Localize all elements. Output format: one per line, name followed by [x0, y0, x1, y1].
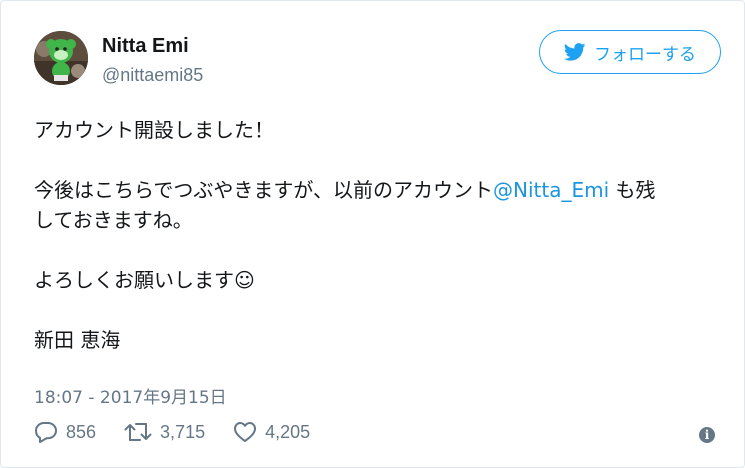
tweet-text: アカウント開設しました！ 今後はこちらでつぶやきますが、以前のアカウント@Nit… [34, 115, 724, 355]
tweet-card: Nitta Emi @nittaemi85 フォローする アカウント開設しました… [0, 0, 745, 468]
reply-count: 856 [66, 421, 97, 442]
reply-button[interactable]: 856 [34, 421, 96, 443]
tweet-timestamp[interactable]: 18:07 - 2017年9月15日 [34, 383, 227, 408]
info-icon[interactable]: i [699, 427, 715, 443]
user-name[interactable]: Nitta Emi [102, 35, 189, 58]
follow-button-label: フォローする [594, 44, 696, 65]
like-count: 4,205 [265, 421, 311, 442]
tweet-actions: 856 3,715 4,205 [34, 421, 338, 443]
follow-button[interactable]: フォローする [539, 30, 721, 74]
tweet-line-1: アカウント開設しました！ [34, 118, 274, 142]
reply-icon [35, 422, 57, 443]
retweet-icon [124, 423, 152, 441]
user-handle[interactable]: @nittaemi85 [102, 65, 203, 86]
tweet-line-2: 今後はこちらでつぶやきますが、以前のアカウント@Nitta_Emi も残 [34, 175, 724, 205]
tweet-signature: 新田 恵海 [34, 328, 121, 352]
retweet-count: 3,715 [160, 421, 206, 442]
tweet-line-3: しておきますね。 [34, 208, 193, 232]
like-button[interactable]: 4,205 [233, 421, 310, 443]
heart-icon [234, 422, 257, 442]
avatar[interactable] [34, 31, 88, 85]
tweet-line-4: よろしくお願いします☺ [34, 268, 255, 292]
twitter-bird-icon [564, 43, 586, 61]
tweet-line-2-text: 今後はこちらでつぶやきますが、以前のアカウント [34, 178, 493, 202]
retweet-button[interactable]: 3,715 [124, 421, 205, 443]
tweet-line-2-tail: も残 [609, 178, 656, 202]
mention-link[interactable]: @Nitta_Emi [493, 178, 609, 202]
